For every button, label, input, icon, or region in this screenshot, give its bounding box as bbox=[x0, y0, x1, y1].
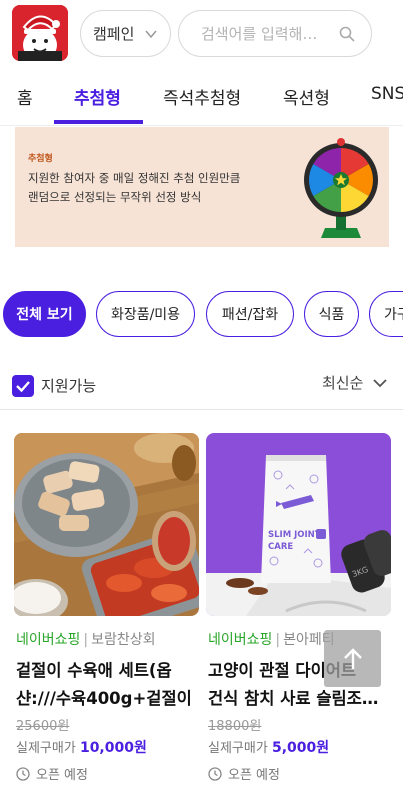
shop-info: 네이버쇼핑 | 보람찬상회 bbox=[16, 632, 156, 648]
tab-auction[interactable]: 옥션형 bbox=[283, 84, 330, 109]
tab-sns[interactable]: SNS bbox=[371, 84, 403, 104]
status-badge: 오픈 예정 bbox=[16, 764, 88, 783]
lottery-info-banner: 추첨형 지원한 참여자 중 매일 정해진 추첨 인원만큼 랜덤으로 선정되는 무… bbox=[15, 127, 389, 247]
chevron-down-icon bbox=[145, 30, 157, 39]
original-price: 25600원 bbox=[16, 719, 70, 734]
category-chip-food[interactable]: 식품 bbox=[304, 291, 359, 337]
product-thumbnail[interactable] bbox=[14, 433, 199, 616]
list-filter-bar: 지원가능 최신순 bbox=[0, 362, 403, 410]
product-title[interactable]: 겉절이 수육애 세트(옵 샨:///수육400g+겉절이 bbox=[16, 657, 194, 713]
banner-line-1: 지원한 참여자 중 매일 정해진 추첨 인원만큼 bbox=[28, 171, 241, 185]
search-placeholder: 검색어를 입력해주세요 bbox=[201, 25, 329, 43]
chevron-down-icon[interactable] bbox=[372, 376, 388, 390]
tab-home[interactable]: 홈 bbox=[17, 84, 33, 109]
category-chip-beauty[interactable]: 화장품/미용 bbox=[96, 291, 195, 337]
category-filter-chips: 전체 보기 화장품/미용 패션/잡화 식품 가구 bbox=[0, 291, 403, 339]
category-chip-fashion[interactable]: 패션/잡화 bbox=[206, 291, 294, 337]
platform-name: 네이버쇼핑 bbox=[208, 632, 273, 648]
banner-line-2: 랜덤으로 선정되는 무작위 선정 방식 bbox=[28, 190, 202, 204]
product-thumbnail[interactable]: SLIM JOINT CARE 3KG bbox=[206, 433, 391, 616]
actual-price: 5,000원 bbox=[271, 740, 330, 756]
actual-price: 10,000원 bbox=[79, 740, 147, 756]
package-label-line-2: CARE bbox=[268, 542, 293, 552]
status-badge: 오픈 예정 bbox=[208, 764, 280, 783]
app-logo[interactable] bbox=[12, 5, 68, 61]
status-text: 오픈 예정 bbox=[36, 768, 88, 783]
banner-tag: 추첨형 bbox=[28, 154, 53, 164]
price-label: 실제구매가 bbox=[16, 741, 76, 756]
price-label: 실제구매가 bbox=[208, 741, 268, 756]
category-chip-all[interactable]: 전체 보기 bbox=[3, 291, 86, 337]
platform-name: 네이버쇼핑 bbox=[16, 632, 81, 648]
clock-icon bbox=[208, 766, 222, 781]
scroll-to-top-button[interactable] bbox=[324, 630, 381, 687]
search-input[interactable]: 검색어를 입력해주세요 bbox=[178, 10, 372, 57]
available-checkbox[interactable] bbox=[12, 375, 34, 397]
shop-info: 네이버쇼핑 | 본아페티 bbox=[208, 632, 335, 648]
banner-description: 지원한 참여자 중 매일 정해진 추첨 인원만큼 랜덤으로 선정되는 무작위 선… bbox=[28, 169, 278, 207]
category-chip-furniture[interactable]: 가구 bbox=[369, 291, 403, 337]
price-row: 실제구매가 5,000원 bbox=[208, 737, 329, 757]
campaign-select[interactable]: 캠페인 bbox=[80, 10, 171, 57]
clock-icon bbox=[16, 766, 30, 781]
roulette-wheel-icon bbox=[304, 138, 378, 238]
tab-lottery[interactable]: 추첨형 bbox=[74, 84, 121, 109]
original-price: 18800원 bbox=[208, 719, 262, 734]
status-text: 오픈 예정 bbox=[228, 768, 280, 783]
header: 캠페인 검색어를 입력해주세요 bbox=[0, 0, 403, 66]
search-icon[interactable] bbox=[339, 26, 355, 42]
package-label-line-1: SLIM JOINT bbox=[268, 530, 321, 540]
active-tab-indicator bbox=[54, 120, 143, 124]
sort-select[interactable]: 최신순 bbox=[322, 372, 363, 393]
tab-instant-lottery[interactable]: 즉석추첨형 bbox=[163, 84, 241, 109]
campaign-select-label: 캠페인 bbox=[93, 25, 135, 43]
price-row: 실제구매가 10,000원 bbox=[16, 737, 147, 757]
product-card[interactable]: 네이버쇼핑 | 보람찬상회 겉절이 수육애 세트(옵 샨:///수육400g+겉절이… bbox=[14, 433, 199, 783]
available-label[interactable]: 지원가능 bbox=[41, 375, 96, 396]
campaign-type-tabs: 홈 추첨형 즉석추첨형 옥션형 SNS bbox=[0, 66, 403, 126]
arrow-up-icon bbox=[343, 647, 362, 669]
product-card[interactable]: SLIM JOINT CARE 3KG 네이버쇼핑 | 본아페티 고양이 관절 다이… bbox=[206, 433, 391, 783]
checkmark-icon bbox=[16, 381, 30, 393]
store-name: 보람찬상회 bbox=[91, 632, 156, 648]
